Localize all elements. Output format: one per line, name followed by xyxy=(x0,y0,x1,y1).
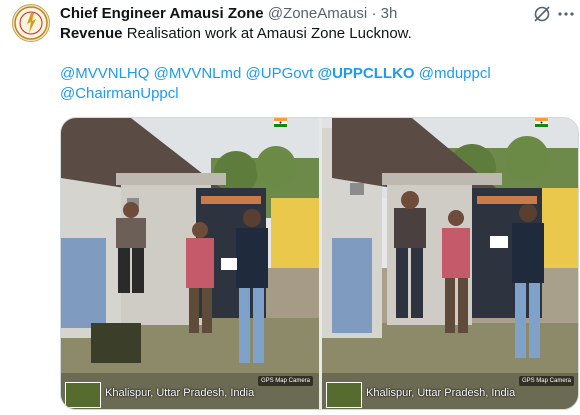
gps-badge: GPS Map Camera xyxy=(518,376,574,386)
mention-upgovt[interactable]: @UPGovt xyxy=(246,65,314,82)
post-text-rest: Realisation work at Amausi Zone Lucknow. xyxy=(122,25,412,42)
mention-mduppcl[interactable]: @mduppcl xyxy=(419,65,491,82)
post-header: Chief Engineer Amausi Zone @ZoneAmausi ·… xyxy=(60,4,520,24)
photo-2-location: Khalispur, Uttar Pradesh, India xyxy=(366,387,516,399)
post-text: Revenue Realisation work at Amausi Zone … xyxy=(60,24,560,44)
mentions-line-1: @MVVNLHQ @MVVNLmd @UPGovt @UPPCLLKO @mdu… xyxy=(60,64,560,84)
separator: · xyxy=(371,5,377,22)
photo-1-location: Khalispur, Uttar Pradesh, India xyxy=(105,387,255,399)
map-thumbnail xyxy=(65,382,101,408)
mention-mvvnlhq[interactable]: @MVVNLHQ xyxy=(60,65,149,82)
india-flag-icon xyxy=(535,118,548,127)
avatar-logo xyxy=(14,6,48,40)
map-thumbnail xyxy=(326,382,362,408)
avatar[interactable] xyxy=(12,4,50,42)
photo-2[interactable]: GPS Map Camera Khalispur, Uttar Pradesh,… xyxy=(322,118,578,409)
author-handle[interactable]: @ZoneAmausi xyxy=(268,5,367,22)
mention-uppcllko[interactable]: @UPPCLLKO xyxy=(317,65,414,82)
mentions-line-2: @ChairmanUppcl xyxy=(60,84,560,104)
gps-badge: GPS Map Camera xyxy=(257,376,313,386)
grok-icon[interactable] xyxy=(532,4,552,24)
mention-chairmanuppcl[interactable]: @ChairmanUppcl xyxy=(60,85,179,102)
more-icon[interactable] xyxy=(556,4,576,24)
india-flag-icon xyxy=(274,118,287,127)
mention-mvvnlmd[interactable]: @MVVNLmd xyxy=(154,65,242,82)
author-name[interactable]: Chief Engineer Amausi Zone xyxy=(60,5,264,22)
post-time[interactable]: 3h xyxy=(381,5,398,22)
media-grid: GPS Map Camera Khalispur, Uttar Pradesh,… xyxy=(60,117,579,410)
photo-2-scene xyxy=(322,118,578,409)
photo-1[interactable]: GPS Map Camera Khalispur, Uttar Pradesh,… xyxy=(61,118,319,409)
post-text-bold: Revenue xyxy=(60,25,123,42)
photo-1-scene xyxy=(61,118,319,409)
